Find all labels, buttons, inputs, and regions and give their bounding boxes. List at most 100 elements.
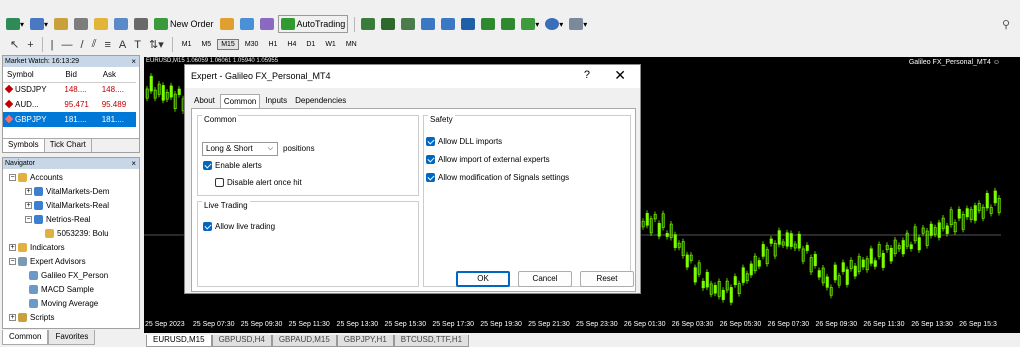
tree-ea-2[interactable]: MACD Sample [29, 285, 94, 294]
timeframe-h4[interactable]: H4 [283, 39, 300, 50]
timeframe-m1[interactable]: M1 [178, 39, 196, 50]
ok-button[interactable]: OK [456, 271, 510, 287]
expand-icon[interactable]: + [25, 188, 32, 195]
autotrading-button[interactable]: AutoTrading [277, 15, 349, 33]
templates-icon[interactable]: ▾ [567, 15, 589, 33]
tree-account-1[interactable]: + VitalMarkets-Dem [25, 187, 109, 196]
timeframe-h1[interactable]: H1 [264, 39, 281, 50]
tree-scripts[interactable]: + Scripts [9, 313, 54, 322]
reset-button[interactable]: Reset [580, 271, 634, 287]
dialog-titlebar[interactable]: Expert - Galileo FX_Personal_MT4 ? ✕ [185, 65, 640, 88]
collapse-icon[interactable]: − [9, 258, 16, 265]
col-ask[interactable]: Ask [98, 67, 136, 83]
cancel-button[interactable]: Cancel [518, 271, 572, 287]
chart-shift-icon[interactable] [479, 15, 497, 33]
timeframe-m30[interactable]: M30 [241, 39, 263, 50]
expand-icon[interactable]: + [9, 314, 16, 321]
chart-tab-2[interactable]: GBPAUD,M15 [271, 335, 337, 347]
tab-tick-chart[interactable]: Tick Chart [45, 139, 92, 152]
checkbox-checked-icon[interactable] [203, 161, 212, 170]
bar-chart-icon[interactable] [359, 15, 377, 33]
periods-icon[interactable]: ▾ [543, 15, 565, 33]
cursor-icon[interactable]: ↖ [10, 38, 19, 51]
data-window-icon[interactable] [72, 15, 90, 33]
collapse-icon[interactable]: − [25, 216, 32, 223]
market-watch-icon[interactable] [52, 15, 70, 33]
tree-account-3[interactable]: − Netrios-Real [25, 215, 90, 224]
candlesticks-icon[interactable] [379, 15, 397, 33]
close-icon[interactable]: × [131, 56, 136, 67]
allow-import-checkbox[interactable]: Allow import of external experts [426, 155, 550, 164]
tree-accounts[interactable]: − Accounts [9, 173, 63, 182]
tab-dependencies[interactable]: Dependencies [292, 94, 349, 108]
col-bid[interactable]: Bid [61, 67, 99, 83]
checkbox-checked-icon[interactable] [203, 222, 212, 231]
tab-inputs[interactable]: Inputs [262, 94, 290, 108]
timeframe-w1[interactable]: W1 [321, 39, 340, 50]
zoom-in-icon[interactable] [419, 15, 437, 33]
tab-symbols[interactable]: Symbols [3, 139, 45, 152]
table-row[interactable]: USDJPY 148.... 148.... [3, 82, 136, 97]
profiles-button[interactable]: ▾ [28, 15, 50, 33]
checkbox-checked-icon[interactable] [426, 173, 435, 182]
tree-account-2[interactable]: + VitalMarkets-Real [25, 201, 109, 210]
vertical-line-icon[interactable]: | [51, 39, 54, 51]
enable-alerts-checkbox[interactable]: Enable alerts [203, 161, 262, 170]
help-button[interactable]: ? [584, 69, 590, 81]
tile-windows-icon[interactable] [459, 15, 477, 33]
timeframe-mn[interactable]: MN [342, 39, 361, 50]
table-row[interactable]: GBPJPY 181.... 181.... [3, 112, 136, 127]
tester-icon[interactable] [132, 15, 150, 33]
tree-ea-3[interactable]: Moving Average [29, 299, 98, 308]
text-label-icon[interactable]: T [134, 39, 141, 51]
collapse-icon[interactable]: − [9, 174, 16, 181]
tree-indicators[interactable]: + Indicators [9, 243, 65, 252]
fibonacci-icon[interactable]: ≡ [104, 39, 110, 51]
tree-ea-1[interactable]: Galileo FX_Person [29, 271, 108, 280]
tab-common[interactable]: Common [219, 94, 261, 108]
timeframe-m5[interactable]: M5 [197, 39, 215, 50]
text-icon[interactable]: A [119, 39, 126, 51]
expand-icon[interactable]: + [25, 202, 32, 209]
chart-tab-4[interactable]: BTCUSD,TTF,H1 [393, 335, 470, 347]
disable-alert-checkbox[interactable]: Disable alert once hit [215, 178, 302, 187]
close-icon[interactable]: × [131, 158, 136, 169]
navigator-icon[interactable] [92, 15, 110, 33]
signals-icon[interactable] [258, 15, 276, 33]
autoscroll-icon[interactable] [499, 15, 517, 33]
allow-dll-checkbox[interactable]: Allow DLL imports [426, 137, 502, 146]
table-row[interactable]: AUD... 95.471 95.489 [3, 97, 136, 112]
checkbox-unchecked-icon[interactable] [215, 178, 224, 187]
community-icon[interactable] [238, 15, 256, 33]
tab-common[interactable]: Common [2, 330, 49, 345]
line-chart-icon[interactable] [399, 15, 417, 33]
new-chart-button[interactable]: ▾ [4, 15, 26, 33]
chart-tab-3[interactable]: GBPJPY,H1 [336, 335, 394, 347]
col-symbol[interactable]: Symbol [3, 67, 62, 83]
checkbox-checked-icon[interactable] [426, 137, 435, 146]
checkbox-checked-icon[interactable] [426, 155, 435, 164]
indicators-icon[interactable]: ▾ [519, 15, 541, 33]
crosshair-icon[interactable]: + [27, 39, 33, 51]
zoom-out-icon[interactable] [439, 15, 457, 33]
positions-select[interactable]: Long & Short ⌵ [202, 142, 278, 156]
new-order-button[interactable]: New Order [152, 15, 216, 33]
tab-favorites[interactable]: Favorites [48, 330, 96, 345]
terminal-icon[interactable] [112, 15, 130, 33]
timeframe-d1[interactable]: D1 [302, 39, 319, 50]
chart-tab-0[interactable]: EURUSD,M15 [146, 335, 212, 347]
trendline-icon[interactable]: / [81, 39, 84, 51]
tree-login[interactable]: 5053239: Bolu [45, 229, 109, 238]
channel-icon[interactable]: ⫽ [92, 38, 97, 51]
allow-live-trading-checkbox[interactable]: Allow live trading [203, 222, 275, 231]
chart-tab-1[interactable]: GBPUSD,H4 [211, 335, 272, 347]
close-button[interactable]: ✕ [614, 67, 626, 84]
arrows-icon[interactable]: ⇅▾ [149, 38, 164, 51]
price-scale[interactable] [1001, 57, 1020, 333]
tree-experts[interactable]: − Expert Advisors [9, 257, 86, 266]
horizontal-line-icon[interactable]: — [62, 39, 73, 51]
expand-icon[interactable]: + [9, 244, 16, 251]
metaeditor-icon[interactable] [218, 15, 236, 33]
search-icon[interactable]: ⚲ [1002, 18, 1010, 31]
tab-about[interactable]: About [191, 94, 218, 108]
